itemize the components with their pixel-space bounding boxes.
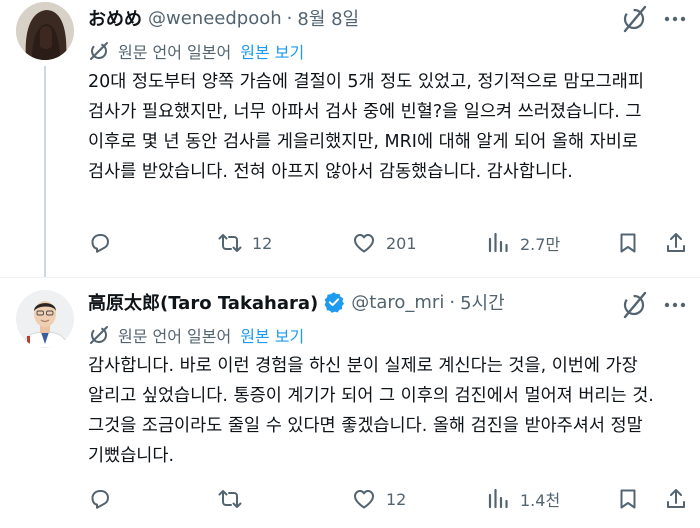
tweet-header: おめめ @weneedpooh · 8월 8일 xyxy=(88,3,359,33)
bookmark-icon xyxy=(620,489,636,509)
bookmark-icon xyxy=(620,233,636,253)
timestamp[interactable]: 8월 8일 xyxy=(297,5,359,31)
more-icon[interactable] xyxy=(664,2,686,36)
translation-notice: 원문 언어 일본어 원본 보기 xyxy=(88,38,304,64)
view-count: 1.4천 xyxy=(520,491,561,510)
display-name[interactable]: 高原太郎(Taro Takahara) xyxy=(88,289,318,315)
translation-notice: 원문 언어 일본어 원본 보기 xyxy=(88,322,304,348)
share-button[interactable] xyxy=(664,226,688,260)
avatar-photo xyxy=(16,2,74,60)
user-handle[interactable]: @weneedpooh xyxy=(148,8,282,29)
action-bar: 12 201 2.7만 xyxy=(88,226,694,260)
translate-icon xyxy=(88,324,110,346)
like-count: 12 xyxy=(386,489,407,509)
retweet-button[interactable] xyxy=(218,482,252,516)
retweet-icon xyxy=(218,234,242,252)
more-icon[interactable] xyxy=(664,288,686,322)
separator-dot: · xyxy=(286,7,293,29)
reply-icon xyxy=(91,490,109,509)
tweet-header: 高原太郎(Taro Takahara) @taro_mri · 5시간 xyxy=(88,287,505,317)
avatar[interactable] xyxy=(16,290,74,348)
retweet-button[interactable]: 12 xyxy=(218,226,272,260)
reply-button[interactable] xyxy=(88,482,122,516)
view-count: 2.7만 xyxy=(520,235,561,254)
retweet-count: 12 xyxy=(252,233,273,253)
bookmark-button[interactable] xyxy=(616,226,640,260)
display-name[interactable]: おめめ xyxy=(88,5,142,31)
separator-dot: · xyxy=(449,291,456,313)
reply-button[interactable] xyxy=(88,226,122,260)
views-button[interactable]: 2.7만 xyxy=(486,226,560,260)
show-original-link[interactable]: 원본 보기 xyxy=(240,39,304,63)
views-button[interactable]: 1.4천 xyxy=(486,482,560,516)
thread-line xyxy=(44,66,46,278)
like-icon xyxy=(354,490,374,509)
translation-label: 원문 언어 일본어 xyxy=(118,43,232,62)
show-original-link[interactable]: 원본 보기 xyxy=(240,323,304,347)
share-icon xyxy=(667,489,685,508)
avatar[interactable] xyxy=(16,2,74,60)
tweet-weneedpooh[interactable]: おめめ @weneedpooh · 8월 8일 원문 언어 일본어 원본 보기 … xyxy=(0,0,700,278)
views-icon xyxy=(488,488,508,509)
grok-icon[interactable] xyxy=(618,2,652,36)
tweet-taro-mri[interactable]: 高原太郎(Taro Takahara) @taro_mri · 5시간 원문 언… xyxy=(0,278,700,528)
like-icon xyxy=(354,234,374,253)
bookmark-button[interactable] xyxy=(616,482,640,516)
user-handle[interactable]: @taro_mri xyxy=(351,292,444,313)
translate-icon xyxy=(88,40,110,62)
timestamp[interactable]: 5시간 xyxy=(460,289,505,315)
views-icon xyxy=(488,232,508,253)
like-button[interactable]: 12 xyxy=(352,482,406,516)
like-button[interactable]: 201 xyxy=(352,226,417,260)
grok-icon[interactable] xyxy=(618,288,652,322)
share-icon xyxy=(667,233,685,252)
tweet-text: 20대 정도부터 양쪽 가슴에 결절이 5개 정도 있었고, 정기적으로 맘모그… xyxy=(88,72,644,182)
tweet-text: 감사합니다. 바로 이런 경험을 하신 분이 실제로 계신다는 것을, 이번에 … xyxy=(88,356,654,466)
translation-label: 원문 언어 일본어 xyxy=(118,327,232,346)
verified-badge-icon xyxy=(323,291,345,313)
like-count: 201 xyxy=(386,233,417,253)
avatar-photo xyxy=(16,290,74,348)
share-button[interactable] xyxy=(664,482,688,516)
action-bar: 12 1.4천 xyxy=(88,482,694,516)
retweet-icon xyxy=(218,490,242,508)
reply-icon xyxy=(91,234,109,253)
